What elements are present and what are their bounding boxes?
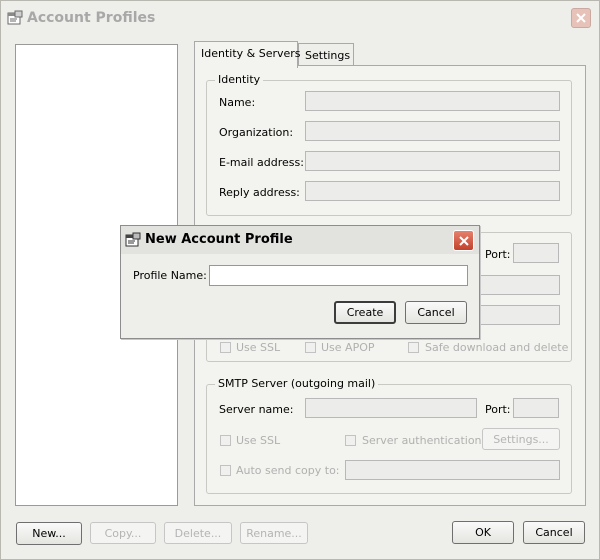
new-button-label: New... [32,527,66,540]
smtp-port-label: Port: [485,403,511,416]
name-label: Name: [219,96,256,109]
tab-label: Settings [305,49,351,62]
title-bar: Account Profiles [1,1,599,35]
copy-button-label: Copy... [104,526,142,540]
smtp-group-label: SMTP Server (outgoing mail) [215,377,379,390]
incoming-port-input[interactable] [513,243,559,263]
tab-settings[interactable]: Settings [298,43,354,67]
email-label: E-mail address: [219,156,304,169]
tab-identity-servers[interactable]: Identity & Servers [194,41,301,68]
identity-group-label: Identity [215,73,264,86]
dialog-cancel-button-label: Cancel [417,306,455,319]
dialog-cancel-button[interactable]: Cancel [405,301,467,324]
server-auth-label: Server authentication [362,434,482,447]
smtp-server-name-label: Server name: [219,403,294,416]
new-account-profile-dialog: New Account Profile Profile Name: Create… [120,225,480,339]
organization-label: Organization: [219,126,294,139]
server-auth-checkbox[interactable] [345,435,356,446]
tab-label: Identity & Servers [201,47,301,60]
smtp-use-ssl-label: Use SSL [236,434,281,447]
window-title: Account Profiles [27,10,156,26]
profile-name-input[interactable] [209,265,468,286]
safe-download-label: Safe download and delete [425,341,569,354]
use-apop-label: Use APOP [321,341,375,354]
dialog-title: New Account Profile [145,232,293,247]
email-input[interactable] [305,151,560,171]
delete-button-label: Delete... [174,526,222,540]
dialog-title-bar: New Account Profile [121,226,479,254]
smtp-settings-button-label: Settings... [493,432,549,446]
incoming-port-label: Port: [485,248,511,261]
safe-download-checkbox[interactable] [408,342,419,353]
cancel-button-label: Cancel [535,526,573,539]
ok-button[interactable]: OK [452,521,514,544]
smtp-server-group: SMTP Server (outgoing mail) Server name:… [206,377,572,494]
create-button-label: Create [346,306,384,319]
close-icon [576,13,586,23]
create-button[interactable]: Create [334,301,396,324]
smtp-settings-button[interactable]: Settings... [482,428,560,450]
copy-profile-button[interactable]: Copy... [90,522,156,544]
ok-button-label: OK [475,526,491,539]
new-profile-button[interactable]: New... [16,522,82,545]
reply-address-input[interactable] [305,181,560,201]
use-ssl-label: Use SSL [236,341,281,354]
delete-profile-button[interactable]: Delete... [164,522,232,544]
app-window-icon [7,10,23,26]
name-input[interactable] [305,91,560,111]
cancel-button[interactable]: Cancel [523,521,585,544]
close-icon [458,235,469,246]
auto-send-label: Auto send copy to: [236,464,340,477]
organization-input[interactable] [305,121,560,141]
smtp-use-ssl-checkbox[interactable] [220,435,231,446]
reply-address-label: Reply address: [219,186,300,199]
profile-name-label: Profile Name: [133,269,207,282]
auto-send-checkbox[interactable] [220,465,231,476]
use-apop-checkbox[interactable] [305,342,316,353]
identity-group: Identity Name: Organization: E-mail addr… [206,73,572,216]
smtp-port-input[interactable] [513,398,559,418]
rename-profile-button[interactable]: Rename... [240,522,308,544]
dialog-close-button[interactable] [453,230,474,251]
dialog-window-icon [125,232,141,248]
smtp-server-name-input[interactable] [305,398,477,418]
auto-send-input[interactable] [345,460,560,480]
rename-button-label: Rename... [246,526,302,540]
use-ssl-checkbox[interactable] [220,342,231,353]
window-close-button[interactable] [571,8,591,28]
account-profiles-window: Account Profiles Identity & Servers Sett… [0,0,600,560]
